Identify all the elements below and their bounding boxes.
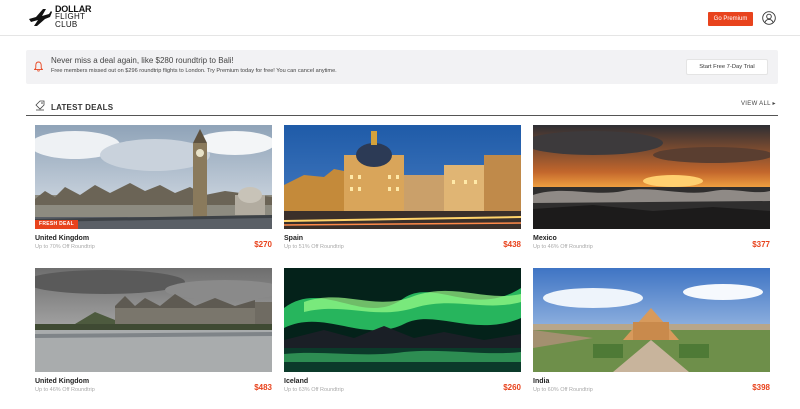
deal-image-scotland[interactable] — [35, 268, 272, 372]
view-all-link[interactable]: VIEW ALL ▸ — [741, 100, 776, 107]
deal-price: $270 — [254, 240, 272, 249]
top-nav: DOLLAR FLIGHT CLUB Go Premium — [0, 0, 800, 36]
deal-destination: India — [533, 378, 550, 385]
deal-price: $438 — [503, 240, 521, 249]
deal-price: $260 — [503, 383, 521, 392]
deal-destination: Iceland — [284, 378, 309, 385]
deal-image-london[interactable]: FRESH DEAL — [35, 125, 272, 229]
deal-image-mexico[interactable] — [533, 125, 770, 229]
deal-image-madrid[interactable] — [284, 125, 521, 229]
deal-image-india[interactable] — [533, 268, 770, 372]
deal-discount: Up to 60% Off Roundtrip — [533, 387, 593, 393]
user-avatar-icon[interactable] — [762, 11, 776, 25]
logo[interactable]: DOLLAR FLIGHT CLUB — [28, 5, 91, 29]
deal-price: $483 — [254, 383, 272, 392]
deal-discount: Up to 70% Off Roundtrip — [35, 244, 95, 250]
banner-title: Never miss a deal again, like $280 round… — [51, 56, 234, 65]
go-premium-button[interactable]: Go Premium — [708, 12, 753, 26]
deal-price: $398 — [752, 383, 770, 392]
bell-icon — [34, 61, 43, 72]
section-divider — [26, 115, 778, 116]
banner-subtitle: Free members missed out on $296 roundtri… — [51, 68, 337, 74]
deal-image-iceland[interactable] — [284, 268, 521, 372]
deal-destination: Mexico — [533, 235, 557, 242]
airplane-icon — [29, 9, 52, 26]
start-trial-button[interactable]: Start Free 7-Day Trial — [686, 59, 768, 75]
premium-banner: Never miss a deal again, like $280 round… — [26, 50, 778, 84]
deal-price: $377 — [752, 240, 770, 249]
fresh-deal-badge: FRESH DEAL — [35, 220, 78, 229]
logo-line-3: CLUB — [55, 20, 78, 29]
deal-destination: Spain — [284, 235, 304, 242]
deal-discount: Up to 46% Off Roundtrip — [533, 244, 593, 250]
deals-tag-icon — [35, 100, 45, 111]
deal-discount: Up to 63% Off Roundtrip — [284, 387, 344, 393]
deal-discount: Up to 51% Off Roundtrip — [284, 244, 344, 250]
deal-destination: United Kingdom — [35, 235, 90, 242]
deal-discount: Up to 46% Off Roundtrip — [35, 387, 95, 393]
section-title: LATEST DEALS — [51, 103, 114, 112]
deal-destination: United Kingdom — [35, 378, 90, 385]
